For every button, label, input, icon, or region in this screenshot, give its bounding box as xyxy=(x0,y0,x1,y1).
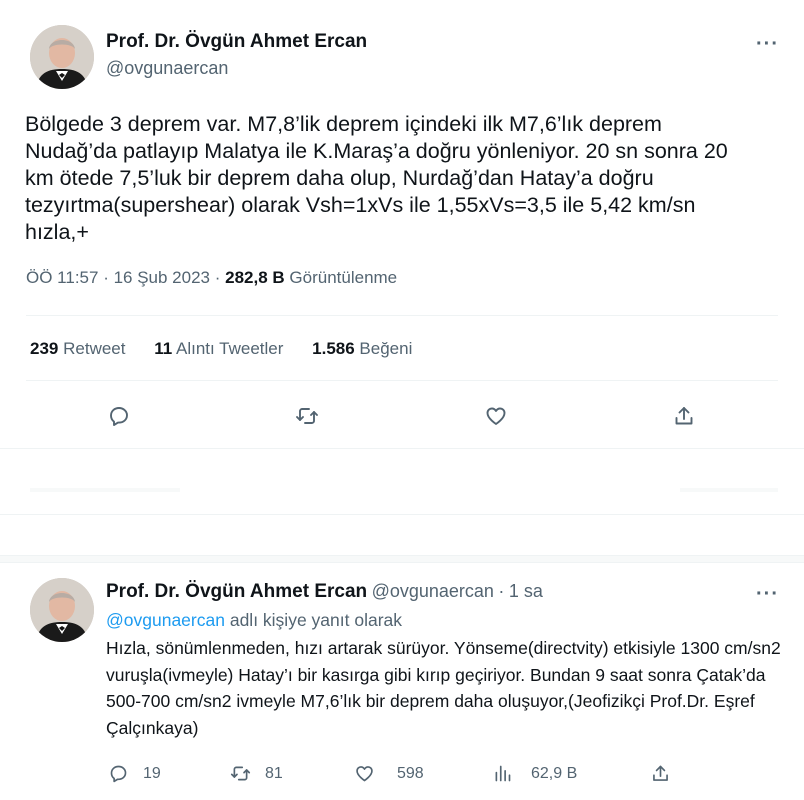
engagement-stats: 239 Retweet 11 Alıntı Tweetler 1.586 Beğ… xyxy=(30,339,436,359)
reply-replies-count: 19 xyxy=(143,764,161,782)
loading-placeholder xyxy=(680,488,778,492)
reply-retweet-button[interactable]: 81 xyxy=(230,763,283,784)
like-button[interactable] xyxy=(478,398,514,434)
tweet-text: Bölgede 3 deprem var. M7,8’lik deprem iç… xyxy=(25,112,728,244)
views-label: Görüntülenme xyxy=(289,268,398,287)
meta-separator: · xyxy=(103,268,114,287)
bar-chart-icon xyxy=(495,765,511,782)
divider xyxy=(26,380,778,381)
share-button[interactable] xyxy=(666,398,702,434)
author-avatar[interactable] xyxy=(30,25,94,89)
reply-text: Hızla, sönümlenmeden, hızı artarak sürüy… xyxy=(106,638,781,738)
views-count: 282,8 B xyxy=(225,268,285,287)
quotes-stat[interactable]: 11 Alıntı Tweetler xyxy=(154,339,283,359)
quotes-label: Alıntı Tweetler xyxy=(176,339,284,358)
reply-retweets-count: 81 xyxy=(265,764,283,782)
retweet-button[interactable] xyxy=(289,398,325,434)
heart-icon xyxy=(486,407,506,425)
divider xyxy=(0,448,804,449)
reply-to-suffix: adlı kişiye yanıt olarak xyxy=(229,610,403,630)
avatar-portrait-icon xyxy=(30,578,94,642)
comment-bubble-icon xyxy=(110,407,128,426)
reply-to-mention[interactable]: @ovgunaercan xyxy=(106,610,225,630)
retweets-label: Retweet xyxy=(63,339,126,358)
divider xyxy=(26,315,778,316)
reply-button[interactable] xyxy=(101,398,137,434)
meta-separator: · xyxy=(214,268,226,287)
tweet-date[interactable]: 16 Şub 2023 xyxy=(114,268,210,287)
tweet-time[interactable]: ÖÖ 11:57 xyxy=(26,268,98,287)
share-upload-icon xyxy=(653,765,668,781)
reply-share-button[interactable] xyxy=(650,763,671,784)
divider xyxy=(0,514,804,515)
retweet-arrows-icon xyxy=(296,408,318,424)
meta-separator: · xyxy=(498,581,505,601)
reply-time-ago[interactable]: 1 sa xyxy=(509,581,543,601)
reply-views-button[interactable]: 62,9 B xyxy=(492,763,577,784)
share-upload-icon xyxy=(675,407,693,425)
author-name[interactable]: Prof. Dr. Övgün Ahmet Ercan xyxy=(106,31,367,53)
reply-views-count: 62,9 B xyxy=(531,764,578,782)
comment-bubble-icon xyxy=(110,765,127,783)
author-handle[interactable]: @ovgunaercan xyxy=(106,58,228,79)
reply-author-avatar[interactable] xyxy=(30,578,94,642)
tweet-meta: ÖÖ 11:57 · 16 Şub 2023 · 282,8 B Görüntü… xyxy=(26,268,397,288)
likes-stat[interactable]: 1.586 Beğeni xyxy=(312,339,412,359)
reply-reply-button[interactable]: 19 xyxy=(108,763,161,784)
more-horizontal-icon[interactable]: ··· xyxy=(756,583,779,606)
reply-author-name[interactable]: Prof. Dr. Övgün Ahmet Ercan xyxy=(106,581,367,602)
section-separator xyxy=(0,555,804,563)
quotes-count: 11 xyxy=(154,339,173,358)
loading-placeholder xyxy=(30,488,180,492)
likes-count: 1.586 xyxy=(312,339,355,358)
retweets-count: 239 xyxy=(30,339,59,358)
reply-like-button[interactable]: 598 xyxy=(354,763,424,784)
reply-likes-count: 598 xyxy=(397,764,424,782)
retweet-arrows-icon xyxy=(230,766,251,781)
reply-to-line: @ovgunaercan adlı kişiye yanıt olarak xyxy=(106,610,402,631)
avatar-portrait-icon xyxy=(30,25,94,89)
reply-header: Prof. Dr. Övgün Ahmet Ercan @ovgunaercan… xyxy=(106,581,543,603)
retweets-stat[interactable]: 239 Retweet xyxy=(30,339,125,359)
reply-author-handle[interactable]: @ovgunaercan xyxy=(372,581,494,601)
more-horizontal-icon[interactable]: ··· xyxy=(756,33,779,56)
heart-icon xyxy=(356,766,373,782)
likes-label: Beğeni xyxy=(359,339,413,358)
